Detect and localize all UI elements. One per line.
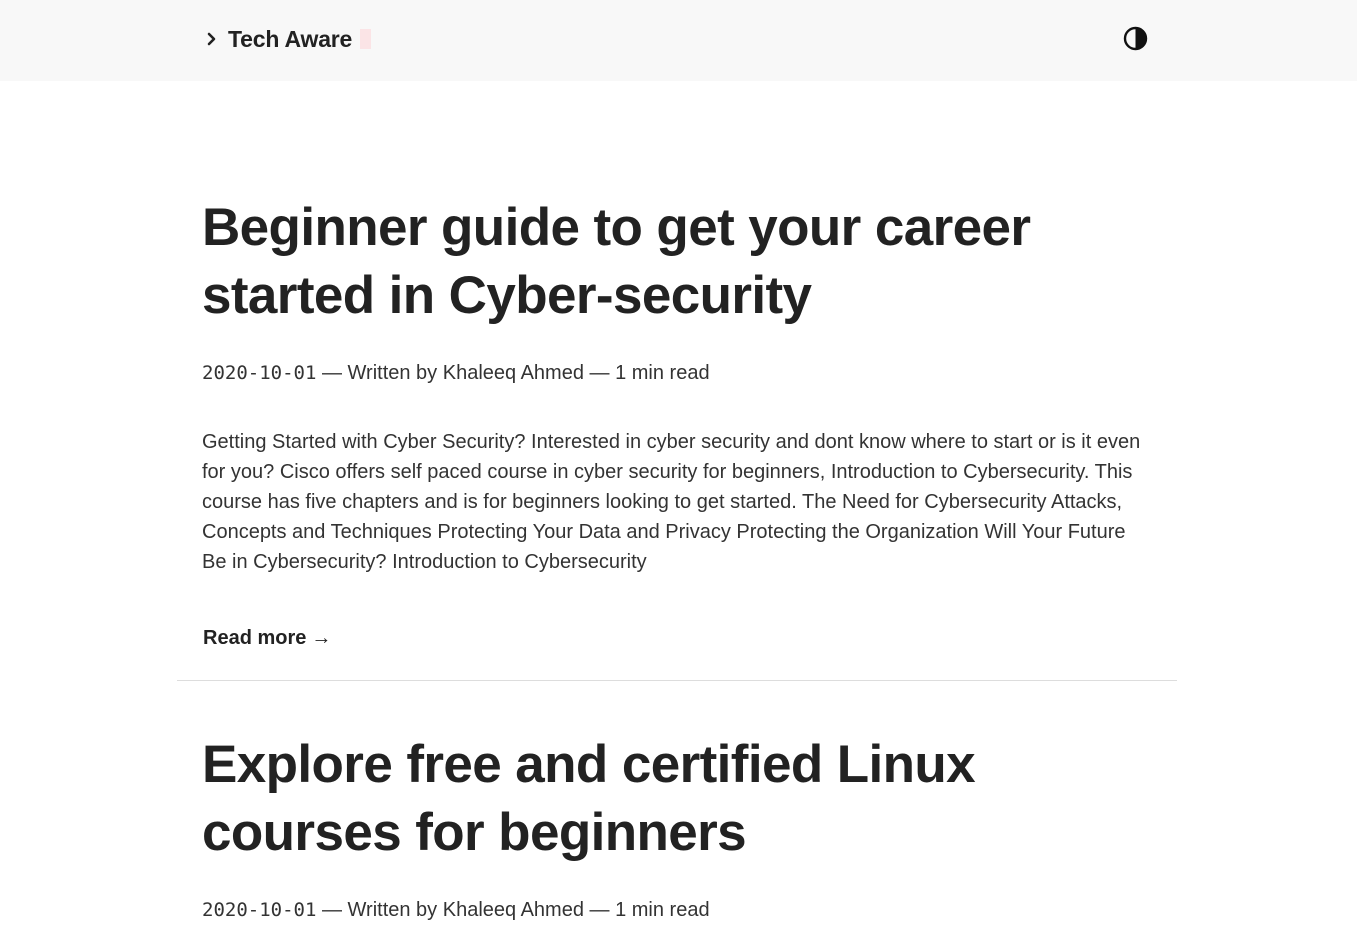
post-card: Explore free and certified Linux courses… [202,731,1152,922]
top-bar: Tech Aware [0,0,1357,81]
meta-separator: — [316,899,348,921]
read-more-link[interactable]: Read more → [203,627,331,650]
post-divider [177,680,1177,681]
arrow-right-icon: → [311,627,332,649]
post-excerpt: Getting Started with Cyber Security? Int… [202,431,1141,573]
post-meta: 2020-10-01 — Written by Khaleeq Ahmed — … [202,899,1152,922]
brand-name: Tech Aware [228,25,353,52]
contrast-half-circle-icon[interactable] [1123,26,1148,51]
post-title[interactable]: Explore free and certified Linux courses… [202,731,1152,867]
post-date: 2020-10-01 [202,362,317,384]
meta-separator: — [583,899,616,921]
meta-separator: — [583,362,616,384]
post-author: Written by Khaleeq Ahmed [347,362,584,384]
post-date: 2020-10-01 [202,899,317,921]
chevron-right-icon [207,32,216,46]
post-read-time: 1 min read [615,899,710,921]
blinking-cursor [360,29,372,49]
post-read-time: 1 min read [615,362,710,384]
post-meta: 2020-10-01 — Written by Khaleeq Ahmed — … [202,362,1152,385]
post-card: Beginner guide to get your career starte… [202,194,1152,650]
post-title[interactable]: Beginner guide to get your career starte… [202,194,1152,330]
brand-link[interactable]: Tech Aware [203,24,372,54]
meta-separator: — [316,362,348,384]
post-author: Written by Khaleeq Ahmed [347,899,584,921]
read-more-label: Read more [203,627,307,649]
